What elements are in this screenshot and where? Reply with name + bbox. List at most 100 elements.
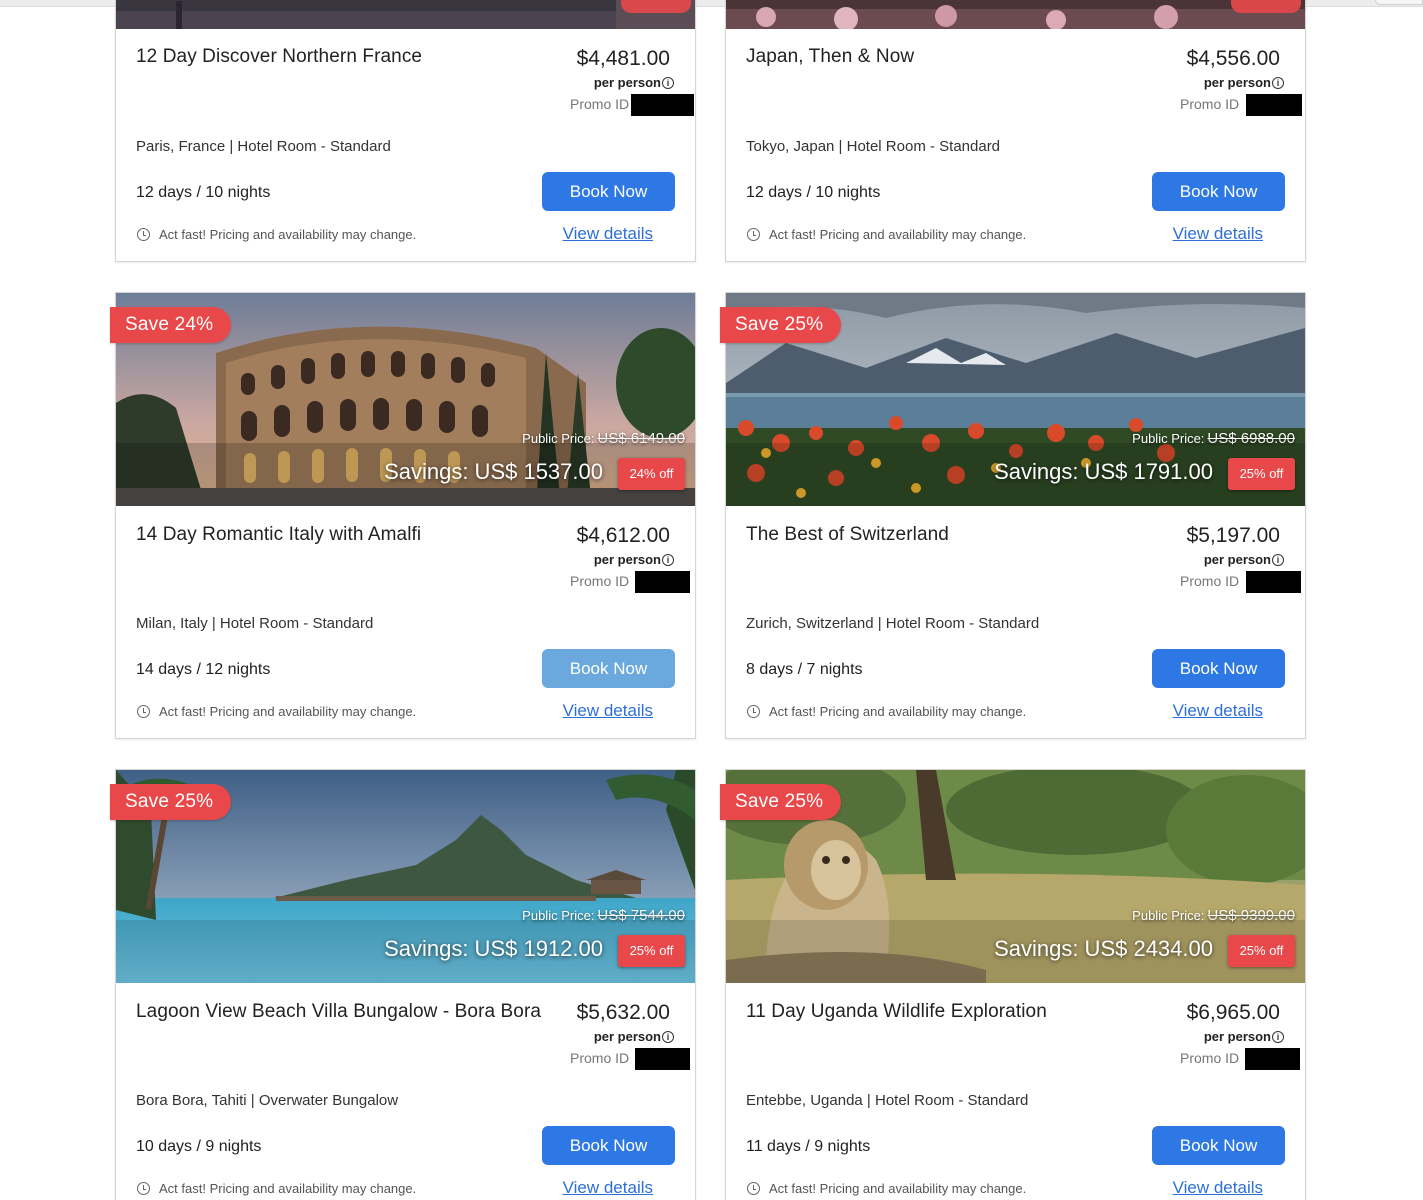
view-details-link[interactable]: View details: [1173, 1178, 1263, 1198]
deal-price: $4,481.00: [576, 47, 670, 70]
public-price: Public Price: US$ 6988.00: [1132, 430, 1295, 447]
clock-icon: [137, 705, 150, 718]
book-now-button[interactable]: Book Now: [1152, 172, 1285, 211]
deal-duration: 14 days / 12 nights: [136, 661, 271, 678]
deal-image-japan[interactable]: [726, 0, 1305, 29]
per-person-label: per person: [1203, 1029, 1271, 1044]
savings-amount: Savings: US$ 2434.00: [994, 936, 1213, 961]
per-person-label: per person: [593, 552, 661, 567]
clock-icon: [137, 228, 150, 241]
deal-duration: 8 days / 7 nights: [746, 661, 863, 678]
deal-location: Tokyo, Japan | Hotel Room - Standard: [746, 138, 1001, 155]
promo-label: Promo ID: [570, 573, 630, 589]
public-price: Public Price: US$ 7544.00: [522, 907, 685, 924]
deal-image-france[interactable]: [116, 0, 695, 29]
clock-icon: [747, 1182, 760, 1195]
save-percent-badge: Save 25%: [110, 784, 232, 820]
deal-price: $5,197.00: [1186, 524, 1280, 547]
discount-off-badge: 25% off: [1228, 458, 1295, 490]
deal-duration: 12 days / 10 nights: [746, 184, 881, 201]
deal-price: $5,632.00: [576, 1001, 670, 1024]
promo-label: Promo ID: [1180, 573, 1240, 589]
discount-off-badge: 24% off: [618, 458, 685, 490]
promo-id-redacted: [1246, 571, 1301, 593]
promo-label: Promo ID: [570, 1050, 630, 1066]
deal-location: Entebbe, Uganda | Hotel Room - Standard: [746, 1092, 1029, 1109]
info-icon[interactable]: i: [662, 77, 674, 89]
deal-title[interactable]: The Best of Switzerland: [746, 524, 949, 546]
deal-title[interactable]: 14 Day Romantic Italy with Amalfi: [136, 524, 421, 546]
public-price-value: US$ 6988.00: [1207, 430, 1295, 447]
save-percent-badge: Save 25%: [720, 784, 842, 820]
view-details-link[interactable]: View details: [563, 224, 653, 244]
act-fast-notice: Act fast! Pricing and availability may c…: [769, 1181, 1027, 1196]
info-icon[interactable]: i: [662, 1031, 674, 1043]
act-fast-notice: Act fast! Pricing and availability may c…: [769, 704, 1027, 719]
deal-title[interactable]: 12 Day Discover Northern France: [136, 46, 422, 68]
deal-card-switzerland: Public Price: US$ 6988.00 Savings: US$ 17…: [725, 292, 1306, 739]
deal-title[interactable]: Japan, Then & Now: [746, 46, 914, 68]
public-price-value: US$ 6149.00: [597, 430, 685, 447]
promo-id-redacted: [1246, 94, 1302, 116]
public-price-value: US$ 9399.00: [1207, 907, 1295, 924]
promo-id-redacted: [635, 1048, 690, 1070]
info-icon[interactable]: i: [662, 554, 674, 566]
book-now-button[interactable]: Book Now: [1152, 649, 1285, 688]
deal-location: Zurich, Switzerland | Hotel Room - Stand…: [746, 615, 1040, 632]
per-person-label: per person: [1203, 552, 1271, 567]
book-now-button[interactable]: Book Now: [542, 1126, 675, 1165]
promo-label: Promo ID: [1180, 96, 1240, 112]
per-person-label: per person: [593, 1029, 661, 1044]
act-fast-notice: Act fast! Pricing and availability may c…: [159, 704, 417, 719]
deal-card-france: 12 Day Discover Northern France $4,481.0…: [115, 0, 696, 262]
info-icon[interactable]: i: [1272, 77, 1284, 89]
discount-off-badge: 25% off: [1228, 935, 1295, 967]
save-percent-badge: Save 25%: [720, 307, 842, 343]
deal-price: $6,965.00: [1186, 1001, 1280, 1024]
deal-card-japan: Japan, Then & Now $4,556.00 per person i…: [725, 0, 1306, 262]
info-icon[interactable]: i: [1272, 554, 1284, 566]
savings-amount: Savings: US$ 1537.00: [384, 459, 603, 484]
deal-price: $4,612.00: [576, 524, 670, 547]
deal-duration: 10 days / 9 nights: [136, 1138, 262, 1155]
clock-icon: [747, 705, 760, 718]
deal-location: Milan, Italy | Hotel Room - Standard: [136, 615, 374, 632]
deal-duration: 11 days / 9 nights: [746, 1138, 871, 1155]
deal-card-italy: Public Price: US$ 6149.00 Savings: US$ 15…: [115, 292, 696, 739]
deal-card-uganda: Public Price: US$ 9399.00 Savings: US$ 24…: [725, 769, 1306, 1200]
deal-location: Paris, France | Hotel Room - Standard: [136, 138, 391, 155]
clock-icon: [747, 228, 760, 241]
act-fast-notice: Act fast! Pricing and availability may c…: [769, 227, 1027, 242]
info-icon[interactable]: i: [1272, 1031, 1284, 1043]
public-price-value: US$ 7544.00: [597, 907, 685, 924]
view-details-link[interactable]: View details: [563, 1178, 653, 1198]
deal-location: Bora Bora, Tahiti | Overwater Bungalow: [136, 1092, 399, 1109]
savings-amount: Savings: US$ 1791.00: [994, 459, 1213, 484]
deal-title[interactable]: Lagoon View Beach Villa Bungalow - Bora …: [136, 1001, 541, 1023]
public-price-label: Public Price:: [1132, 908, 1205, 923]
save-percent-badge: Save 24%: [110, 307, 232, 343]
deal-duration: 12 days / 10 nights: [136, 184, 271, 201]
savings-amount: Savings: US$ 1912.00: [384, 936, 603, 961]
promo-id-redacted: [635, 571, 690, 593]
promo-label: Promo ID: [1180, 1050, 1240, 1066]
promo-id-redacted: [1245, 1048, 1300, 1070]
book-now-button[interactable]: Book Now: [1152, 1126, 1285, 1165]
view-details-link[interactable]: View details: [1173, 224, 1263, 244]
view-details-link[interactable]: View details: [1173, 701, 1263, 721]
public-price-label: Public Price:: [1132, 431, 1205, 446]
per-person-label: per person: [593, 75, 661, 90]
public-price: Public Price: US$ 6149.00: [522, 430, 685, 447]
public-price-label: Public Price:: [522, 431, 595, 446]
promo-id-redacted: [631, 94, 694, 116]
per-person-label: per person: [1203, 75, 1271, 90]
promo-label: Promo ID: [570, 96, 630, 112]
public-price: Public Price: US$ 9399.00: [1132, 907, 1295, 924]
clock-icon: [137, 1182, 150, 1195]
book-now-button[interactable]: Book Now: [542, 172, 675, 211]
public-price-label: Public Price:: [522, 908, 595, 923]
book-now-button[interactable]: Book Now: [542, 649, 675, 688]
deal-title[interactable]: 11 Day Uganda Wildlife Exploration: [746, 1001, 1047, 1023]
view-details-link[interactable]: View details: [563, 701, 653, 721]
act-fast-notice: Act fast! Pricing and availability may c…: [159, 1181, 417, 1196]
